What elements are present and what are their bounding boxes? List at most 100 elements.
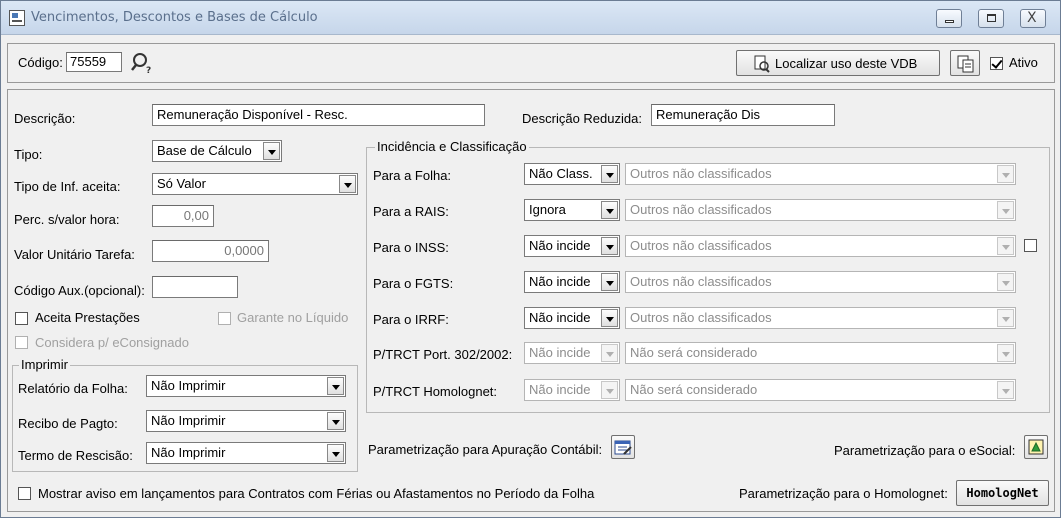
param-esocial-button[interactable] xyxy=(1024,435,1048,459)
codigo-aux-input[interactable] xyxy=(152,276,238,298)
chevron-down-icon[interactable] xyxy=(997,273,1014,291)
para-inss-label: Para o INSS: xyxy=(373,240,449,255)
para-rais-label: Para a RAIS: xyxy=(373,204,449,219)
para-rais-value: Ignora xyxy=(529,202,566,217)
localizar-uso-button[interactable]: Localizar uso deste VDB xyxy=(736,50,940,76)
tipo-select[interactable]: Base de Cálculo xyxy=(152,140,282,162)
para-folha-classificacao-select[interactable]: Outros não classificados xyxy=(625,163,1016,185)
chevron-down-icon[interactable] xyxy=(997,237,1014,255)
para-rais-classificacao-value: Outros não classificados xyxy=(630,202,772,217)
maximize-icon xyxy=(987,14,996,22)
para-inss-select[interactable]: Não incide xyxy=(524,235,620,257)
minimize-icon xyxy=(945,20,954,23)
param-esocial-label: Parametrização para o eSocial: xyxy=(834,443,1016,458)
trct-homolognet-classificacao-value: Não será considerado xyxy=(630,382,758,397)
termo-rescisao-value: Não Imprimir xyxy=(151,445,226,460)
termo-rescisao-label: Termo de Rescisão: xyxy=(18,448,133,463)
inss-extra-checkbox[interactable] xyxy=(1024,239,1037,252)
ativo-checkbox[interactable] xyxy=(990,57,1003,70)
trct-homolognet-classificacao-select[interactable]: Não será considerado xyxy=(625,379,1016,401)
para-inss-classificacao-value: Outros não classificados xyxy=(630,238,772,253)
chevron-down-icon[interactable] xyxy=(601,344,618,362)
param-contabil-label: Parametrização para Apuração Contábil: xyxy=(368,442,603,457)
para-irrf-classificacao-value: Outros não classificados xyxy=(630,310,772,325)
trct-portaria-classificacao-select[interactable]: Não será considerado xyxy=(625,342,1016,364)
perc-label: Perc. s/valor hora: xyxy=(14,212,120,227)
descricao-reduzida-input[interactable]: Remuneração Dis xyxy=(651,104,835,126)
para-rais-select[interactable]: Ignora xyxy=(524,199,620,221)
aceita-prestacoes-label: Aceita Prestações xyxy=(35,310,140,325)
para-irrf-select[interactable]: Não incide xyxy=(524,307,620,329)
title-bar: Vencimentos, Descontos e Bases de Cálcul… xyxy=(1,1,1060,35)
trct-homolognet-select[interactable]: Não incide xyxy=(524,379,620,401)
trct-portaria-select[interactable]: Não incide xyxy=(524,342,620,364)
close-button[interactable]: X xyxy=(1020,9,1046,28)
document-search-icon xyxy=(754,55,770,73)
chevron-down-icon[interactable] xyxy=(601,309,618,327)
recibo-pagto-label: Recibo de Pagto: xyxy=(18,416,118,431)
ativo-label: Ativo xyxy=(1009,55,1038,70)
search-icon[interactable]: ? xyxy=(130,51,154,75)
termo-rescisao-select[interactable]: Não Imprimir xyxy=(146,442,346,464)
garante-liquido-label: Garante no Líquido xyxy=(237,310,349,325)
svg-text:?: ? xyxy=(146,66,151,75)
chevron-down-icon[interactable] xyxy=(601,237,618,255)
chevron-down-icon[interactable] xyxy=(997,381,1014,399)
tipo-inf-label: Tipo de Inf. aceita: xyxy=(14,179,121,194)
chevron-down-icon[interactable] xyxy=(601,381,618,399)
trct-portaria-value: Não incide xyxy=(529,345,591,360)
para-irrf-classificacao-select[interactable]: Outros não classificados xyxy=(625,307,1016,329)
aceita-prestacoes-checkbox[interactable] xyxy=(15,312,28,325)
para-rais-classificacao-select[interactable]: Outros não classificados xyxy=(625,199,1016,221)
considera-econsignado-checkbox[interactable] xyxy=(15,336,28,349)
garante-liquido-checkbox[interactable] xyxy=(218,312,231,325)
trct-portaria-classificacao-value: Não será considerado xyxy=(630,345,758,360)
relatorio-folha-select[interactable]: Não Imprimir xyxy=(146,375,346,397)
valor-unitario-input[interactable]: 0,0000 xyxy=(152,240,269,262)
chevron-down-icon[interactable] xyxy=(601,165,618,183)
descricao-reduzida-label: Descrição Reduzida: xyxy=(522,111,642,126)
close-icon: X xyxy=(1027,10,1037,26)
relatorio-folha-value: Não Imprimir xyxy=(151,378,226,393)
descricao-label: Descrição: xyxy=(14,111,76,126)
chevron-down-icon[interactable] xyxy=(327,412,344,430)
trct-homolognet-label: P/TRCT Homolognet: xyxy=(373,384,498,399)
codigo-input[interactable]: 75559 xyxy=(66,52,122,72)
para-fgts-label: Para o FGTS: xyxy=(373,276,454,291)
app-icon xyxy=(9,10,25,26)
window: Vencimentos, Descontos e Bases de Cálcul… xyxy=(0,0,1061,518)
descricao-input[interactable]: Remuneração Disponível - Resc. xyxy=(152,104,485,126)
mostrar-aviso-checkbox[interactable] xyxy=(18,487,31,500)
incidencia-group: Incidência e Classificação Para a Folha:… xyxy=(366,139,1050,413)
para-inss-classificacao-select[interactable]: Outros não classificados xyxy=(625,235,1016,257)
para-fgts-select[interactable]: Não incide xyxy=(524,271,620,293)
chevron-down-icon[interactable] xyxy=(997,309,1014,327)
para-folha-select[interactable]: Não Class. xyxy=(524,163,620,185)
copy-button[interactable] xyxy=(950,50,980,76)
recibo-pagto-select[interactable]: Não Imprimir xyxy=(146,410,346,432)
para-fgts-classificacao-select[interactable]: Outros não classificados xyxy=(625,271,1016,293)
chevron-down-icon[interactable] xyxy=(327,377,344,395)
chevron-down-icon[interactable] xyxy=(339,175,356,193)
chevron-down-icon[interactable] xyxy=(601,273,618,291)
minimize-button[interactable] xyxy=(936,9,962,28)
param-homolognet-label: Parametrização para o Homolognet: xyxy=(739,486,948,501)
perc-input[interactable]: 0,00 xyxy=(152,205,214,227)
para-fgts-value: Não incide xyxy=(529,274,591,289)
chevron-down-icon[interactable] xyxy=(263,142,280,160)
tipo-inf-select[interactable]: Só Valor xyxy=(152,173,358,195)
para-folha-classificacao-value: Outros não classificados xyxy=(630,166,772,181)
chevron-down-icon[interactable] xyxy=(327,444,344,462)
param-contabil-button[interactable] xyxy=(611,435,635,459)
para-irrf-value: Não incide xyxy=(529,310,591,325)
chevron-down-icon[interactable] xyxy=(601,201,618,219)
chevron-down-icon[interactable] xyxy=(997,201,1014,219)
chevron-down-icon[interactable] xyxy=(997,344,1014,362)
copy-icon xyxy=(957,55,974,73)
chevron-down-icon[interactable] xyxy=(997,165,1014,183)
relatorio-folha-label: Relatório da Folha: xyxy=(18,381,128,396)
maximize-button[interactable] xyxy=(978,9,1004,28)
homolognet-button[interactable]: HomologNet xyxy=(956,480,1049,506)
para-folha-value: Não Class. xyxy=(529,166,593,181)
incidencia-legend: Incidência e Classificação xyxy=(375,139,529,154)
